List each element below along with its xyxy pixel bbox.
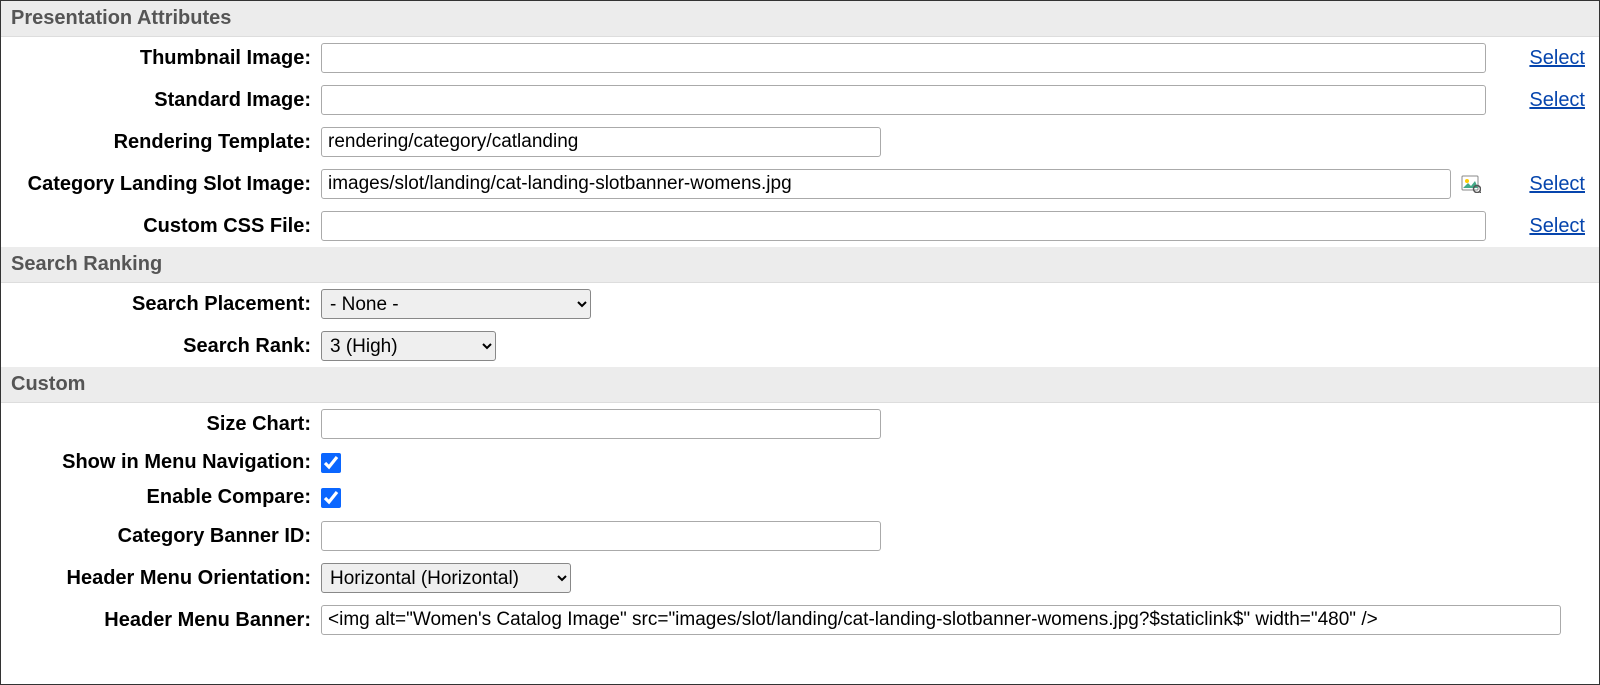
select-search-rank[interactable]: 3 (High)	[321, 331, 496, 361]
label-standard-image: Standard Image:	[11, 89, 311, 112]
input-standard-image[interactable]	[321, 85, 1486, 115]
input-size-chart[interactable]	[321, 409, 881, 439]
section-header-custom: Custom	[1, 367, 1599, 403]
row-rendering-template: Rendering Template:	[1, 121, 1599, 163]
label-search-rank: Search Rank:	[11, 335, 311, 358]
label-rendering-template: Rendering Template:	[11, 131, 311, 154]
row-enable-compare: Enable Compare:	[1, 480, 1599, 515]
row-thumbnail-image: Thumbnail Image: Select	[1, 37, 1599, 79]
input-css-file[interactable]	[321, 211, 1486, 241]
input-rendering-template[interactable]	[321, 127, 881, 157]
select-link-css[interactable]: Select	[1529, 215, 1589, 238]
input-slot-image[interactable]	[321, 169, 1451, 199]
row-slot-image: Category Landing Slot Image: Select	[1, 163, 1599, 205]
input-menu-banner[interactable]	[321, 605, 1561, 635]
row-show-menu: Show in Menu Navigation:	[1, 445, 1599, 480]
label-css-file: Custom CSS File:	[11, 215, 311, 238]
select-link-standard[interactable]: Select	[1529, 89, 1589, 112]
row-search-placement: Search Placement: - None -	[1, 283, 1599, 325]
checkbox-enable-compare[interactable]	[321, 488, 341, 508]
attributes-panel: Presentation Attributes Thumbnail Image:…	[0, 0, 1600, 685]
label-slot-image: Category Landing Slot Image:	[11, 173, 311, 196]
checkbox-show-menu[interactable]	[321, 453, 341, 473]
select-search-placement[interactable]: - None -	[321, 289, 591, 319]
section-header-ranking: Search Ranking	[1, 247, 1599, 283]
row-standard-image: Standard Image: Select	[1, 79, 1599, 121]
select-link-slot[interactable]: Select	[1529, 173, 1589, 196]
row-size-chart: Size Chart:	[1, 403, 1599, 445]
image-preview-icon[interactable]	[1461, 175, 1481, 193]
row-search-rank: Search Rank: 3 (High)	[1, 325, 1599, 367]
row-banner-id: Category Banner ID:	[1, 515, 1599, 557]
section-header-presentation: Presentation Attributes	[1, 1, 1599, 37]
row-menu-banner: Header Menu Banner:	[1, 599, 1599, 641]
select-link-thumbnail[interactable]: Select	[1529, 47, 1589, 70]
label-enable-compare: Enable Compare:	[11, 486, 311, 509]
label-banner-id: Category Banner ID:	[11, 525, 311, 548]
label-thumbnail-image: Thumbnail Image:	[11, 47, 311, 70]
input-banner-id[interactable]	[321, 521, 881, 551]
input-thumbnail-image[interactable]	[321, 43, 1486, 73]
label-search-placement: Search Placement:	[11, 293, 311, 316]
label-menu-banner: Header Menu Banner:	[11, 609, 311, 632]
row-css-file: Custom CSS File: Select	[1, 205, 1599, 247]
label-menu-orientation: Header Menu Orientation:	[11, 567, 311, 590]
row-menu-orientation: Header Menu Orientation: Horizontal (Hor…	[1, 557, 1599, 599]
label-size-chart: Size Chart:	[11, 413, 311, 436]
select-menu-orientation[interactable]: Horizontal (Horizontal)	[321, 563, 571, 593]
label-show-menu: Show in Menu Navigation:	[11, 451, 311, 474]
